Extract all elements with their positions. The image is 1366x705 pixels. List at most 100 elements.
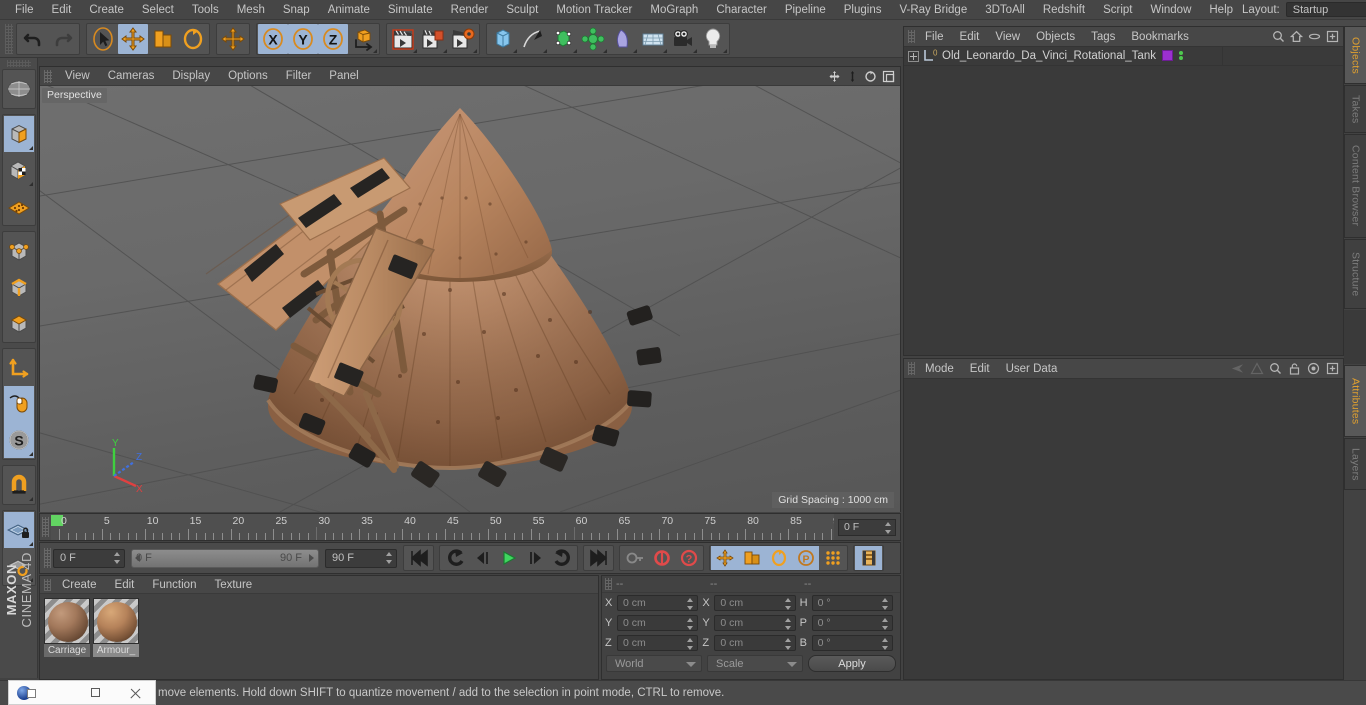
attribute-menu-edit[interactable]: Edit bbox=[962, 359, 998, 379]
menu-mograph[interactable]: MoGraph bbox=[641, 0, 707, 20]
target-icon[interactable] bbox=[1306, 361, 1321, 376]
workplane-button[interactable] bbox=[4, 188, 34, 224]
enable-snapping-button[interactable] bbox=[3, 386, 34, 422]
end-frame-field[interactable]: 90 F bbox=[325, 548, 397, 568]
render-view-button[interactable] bbox=[388, 24, 418, 54]
spinner-icon[interactable] bbox=[687, 638, 694, 650]
scale-tool-button[interactable] bbox=[148, 24, 178, 54]
object-menu-file[interactable]: File bbox=[917, 27, 952, 47]
menu-mesh[interactable]: Mesh bbox=[228, 0, 274, 20]
timeline-frame-field[interactable]: 0 F bbox=[838, 518, 896, 536]
transform-mode-dropdown[interactable]: Scale bbox=[707, 655, 803, 672]
pan-icon[interactable] bbox=[826, 68, 842, 84]
material-item-armour[interactable]: Armour_ bbox=[93, 598, 139, 657]
environment-button[interactable] bbox=[638, 24, 668, 54]
coord-input-rot-b[interactable]: 0 ° bbox=[811, 635, 893, 651]
menu-vray-bridge[interactable]: V-Ray Bridge bbox=[890, 0, 976, 20]
menu-window[interactable]: Window bbox=[1141, 0, 1200, 20]
world-coordinates-button[interactable] bbox=[218, 24, 248, 54]
spinner-icon[interactable] bbox=[885, 521, 892, 534]
coordinate-system-dropdown[interactable]: World bbox=[606, 655, 702, 672]
add-cube-button[interactable] bbox=[488, 24, 518, 54]
tab-content-browser[interactable]: Content Browser bbox=[1344, 134, 1366, 238]
coord-input-size-x[interactable]: 0 cm bbox=[714, 595, 796, 611]
menu-file[interactable]: File bbox=[6, 0, 43, 20]
go-to-start-button[interactable] bbox=[405, 546, 432, 570]
move-tool-button[interactable] bbox=[118, 23, 148, 54]
tab-attributes[interactable]: Attributes bbox=[1344, 365, 1366, 437]
array-button[interactable] bbox=[578, 24, 608, 54]
material-swatch[interactable] bbox=[93, 598, 139, 644]
play-button[interactable] bbox=[495, 546, 522, 570]
coord-input-size-y[interactable]: 0 cm bbox=[714, 615, 796, 631]
object-menu-objects[interactable]: Objects bbox=[1028, 27, 1083, 47]
coord-input-pos-x[interactable]: 0 cm bbox=[617, 595, 699, 611]
menu-edit[interactable]: Edit bbox=[43, 0, 81, 20]
coord-input-pos-y[interactable]: 0 cm bbox=[617, 615, 699, 631]
zoom-icon[interactable] bbox=[844, 68, 860, 84]
undo-button[interactable] bbox=[18, 24, 48, 54]
attribute-menu-mode[interactable]: Mode bbox=[917, 359, 962, 379]
menu-snap[interactable]: Snap bbox=[274, 0, 319, 20]
go-to-end-button[interactable] bbox=[585, 546, 612, 570]
light-button[interactable] bbox=[698, 24, 728, 54]
next-key-button[interactable] bbox=[549, 546, 576, 570]
preview-range-slider[interactable]: 0 F 90 F bbox=[131, 548, 319, 568]
material-menu-edit[interactable]: Edit bbox=[106, 576, 144, 594]
spinner-icon[interactable] bbox=[784, 598, 792, 610]
position-key-button[interactable] bbox=[711, 546, 738, 570]
rotation-key-button[interactable] bbox=[765, 546, 792, 570]
lock-z-button[interactable]: Z bbox=[318, 23, 348, 54]
menu-help[interactable]: Help bbox=[1200, 0, 1242, 20]
rotate-icon[interactable] bbox=[862, 68, 878, 84]
deformer-button[interactable] bbox=[608, 24, 638, 54]
render-settings-button[interactable] bbox=[448, 24, 478, 54]
spinner-icon[interactable] bbox=[784, 638, 792, 650]
tab-takes[interactable]: Takes bbox=[1344, 85, 1366, 133]
range-right-arrow-icon[interactable] bbox=[309, 554, 314, 562]
viewport-menu-cameras[interactable]: Cameras bbox=[99, 67, 164, 86]
timeline-toggle-button[interactable] bbox=[855, 546, 882, 570]
spinner-icon[interactable] bbox=[881, 618, 889, 630]
menu-create[interactable]: Create bbox=[80, 0, 133, 20]
viewport-menu-display[interactable]: Display bbox=[163, 67, 219, 86]
layout-dropdown[interactable]: Startup bbox=[1285, 2, 1366, 17]
coord-input-rot-p[interactable]: 0 ° bbox=[811, 615, 893, 631]
nav-back-icon[interactable] bbox=[1230, 361, 1245, 376]
menu-sculpt[interactable]: Sculpt bbox=[497, 0, 547, 20]
visibility-dots-icon[interactable] bbox=[1179, 51, 1183, 60]
edge-mode-button[interactable] bbox=[4, 269, 34, 305]
redo-button[interactable] bbox=[48, 24, 78, 54]
spinner-icon[interactable] bbox=[784, 618, 792, 630]
menu-motion-tracker[interactable]: Motion Tracker bbox=[547, 0, 641, 20]
point-mode-button[interactable] bbox=[4, 233, 34, 269]
spinner-icon[interactable] bbox=[881, 598, 889, 610]
live-selection-button[interactable] bbox=[88, 24, 118, 54]
maximize-button[interactable] bbox=[75, 680, 115, 705]
record-active-objects-button[interactable] bbox=[621, 546, 648, 570]
apply-button[interactable]: Apply bbox=[808, 655, 896, 672]
material-menu-create[interactable]: Create bbox=[53, 576, 106, 594]
object-menu-view[interactable]: View bbox=[987, 27, 1028, 47]
parameter-key-button[interactable]: P bbox=[792, 546, 819, 570]
maximize-icon[interactable] bbox=[880, 68, 896, 84]
lock-x-button[interactable]: X bbox=[258, 23, 288, 54]
polygon-mode-button[interactable] bbox=[4, 305, 34, 341]
material-menu-function[interactable]: Function bbox=[143, 576, 205, 594]
enable-axis-button[interactable] bbox=[4, 350, 34, 386]
menu-select[interactable]: Select bbox=[133, 0, 183, 20]
spinner-icon[interactable] bbox=[386, 551, 393, 564]
soft-selection-button[interactable]: S bbox=[3, 422, 34, 458]
menu-tools[interactable]: Tools bbox=[183, 0, 228, 20]
nurbs-button[interactable] bbox=[548, 24, 578, 54]
lock-y-button[interactable]: Y bbox=[288, 23, 318, 54]
lock-icon[interactable] bbox=[1287, 361, 1302, 376]
attribute-menu-user-data[interactable]: User Data bbox=[998, 359, 1066, 379]
step-back-button[interactable] bbox=[468, 546, 495, 570]
menu-plugins[interactable]: Plugins bbox=[835, 0, 891, 20]
viewport-menu-view[interactable]: View bbox=[56, 67, 99, 86]
menu-animate[interactable]: Animate bbox=[319, 0, 379, 20]
rotate-tool-button[interactable] bbox=[178, 24, 208, 54]
expand-toggle-icon[interactable] bbox=[908, 50, 919, 62]
material-menu-texture[interactable]: Texture bbox=[205, 576, 261, 594]
